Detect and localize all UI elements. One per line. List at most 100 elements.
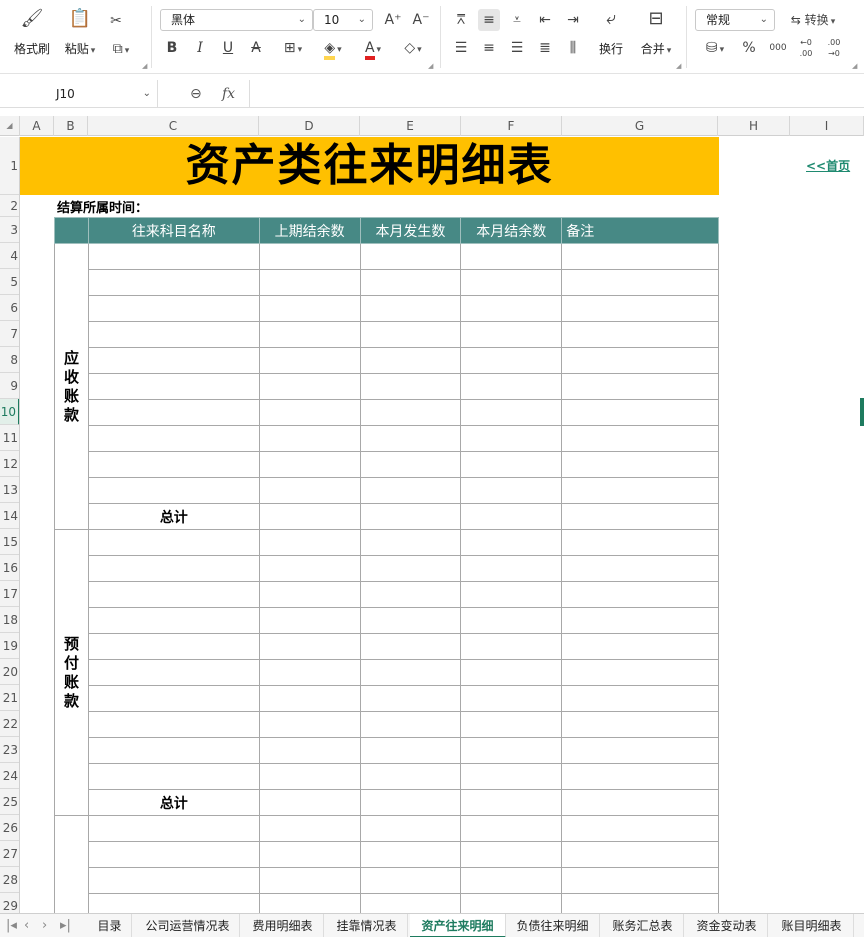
table-cell[interactable] bbox=[258, 737, 361, 764]
table-cell[interactable] bbox=[258, 269, 361, 296]
table-cell[interactable] bbox=[87, 737, 260, 764]
table-cell[interactable] bbox=[460, 737, 563, 764]
table-cell[interactable] bbox=[561, 815, 719, 842]
table-cell[interactable] bbox=[87, 711, 260, 738]
table-cell[interactable] bbox=[460, 555, 563, 582]
table-cell[interactable] bbox=[561, 711, 719, 738]
table-cell[interactable] bbox=[561, 789, 719, 816]
row-header-14[interactable]: 14 bbox=[0, 503, 19, 529]
table-cell[interactable] bbox=[561, 373, 719, 400]
table-cell[interactable] bbox=[561, 347, 719, 374]
font-size-select[interactable]: 10 ⌄ bbox=[313, 9, 373, 31]
table-cell[interactable] bbox=[359, 867, 462, 894]
row-header-22[interactable]: 22 bbox=[0, 711, 19, 737]
row-header-21[interactable]: 21 bbox=[0, 685, 19, 711]
table-cell[interactable] bbox=[87, 425, 260, 452]
table-cell[interactable] bbox=[561, 269, 719, 296]
table-cell[interactable] bbox=[359, 763, 462, 790]
first-sheet-icon[interactable]: |◂ bbox=[6, 914, 17, 937]
table-cell[interactable] bbox=[460, 893, 563, 913]
table-cell[interactable] bbox=[460, 789, 563, 816]
row-header-23[interactable]: 23 bbox=[0, 737, 19, 763]
table-cell[interactable] bbox=[87, 893, 260, 913]
row-header-19[interactable]: 19 bbox=[0, 633, 19, 659]
total-label[interactable]: 总计 bbox=[87, 789, 260, 816]
table-cell[interactable] bbox=[359, 789, 462, 816]
align-top-icon[interactable]: ⩞ bbox=[450, 9, 472, 31]
prev-sheet-icon[interactable]: ‹ bbox=[24, 914, 29, 937]
row-header-6[interactable]: 6 bbox=[0, 295, 19, 321]
select-all-corner[interactable]: ◢ bbox=[0, 116, 20, 136]
table-cell[interactable] bbox=[561, 737, 719, 764]
table-cell[interactable] bbox=[87, 685, 260, 712]
table-cell[interactable] bbox=[258, 243, 361, 270]
table-cell[interactable] bbox=[561, 451, 719, 478]
dialog-launcher-icon[interactable]: ◢ bbox=[676, 62, 681, 70]
row-header-3[interactable]: 3 bbox=[0, 217, 19, 243]
table-cell[interactable] bbox=[258, 295, 361, 322]
zoom-icon[interactable]: ⊖ bbox=[190, 80, 202, 108]
column-header-h[interactable]: H bbox=[718, 116, 790, 136]
header-cell[interactable]: 本月结余数 bbox=[460, 217, 563, 244]
table-cell[interactable] bbox=[460, 685, 563, 712]
row-header-4[interactable]: 4 bbox=[0, 243, 19, 269]
section-label[interactable]: 应收账款 bbox=[54, 243, 89, 530]
table-cell[interactable] bbox=[258, 763, 361, 790]
dialog-launcher-icon[interactable]: ◢ bbox=[142, 62, 147, 70]
table-cell[interactable] bbox=[460, 763, 563, 790]
clear-format-button[interactable]: ◇ ▾ bbox=[396, 37, 430, 59]
header-cell[interactable]: 备注 bbox=[561, 217, 719, 244]
column-header-e[interactable]: E bbox=[360, 116, 461, 136]
increase-decimal-button[interactable]: ←0 .00 bbox=[794, 37, 818, 59]
table-cell[interactable] bbox=[460, 347, 563, 374]
row-header-18[interactable]: 18 bbox=[0, 607, 19, 633]
table-cell[interactable] bbox=[460, 399, 563, 426]
font-color-button[interactable]: A ▾ bbox=[356, 37, 390, 60]
table-cell[interactable] bbox=[460, 529, 563, 556]
table-cell[interactable] bbox=[87, 841, 260, 868]
sheet-tab[interactable]: 费用明细表 bbox=[242, 914, 324, 937]
justify-icon[interactable]: ≣ bbox=[534, 37, 556, 59]
sheet-tab[interactable]: 目录 bbox=[88, 914, 132, 937]
currency-button[interactable]: ⛁ ▾ bbox=[700, 37, 730, 59]
table-cell[interactable] bbox=[87, 347, 260, 374]
table-cell[interactable] bbox=[87, 581, 260, 608]
row-header-25[interactable]: 25 bbox=[0, 789, 19, 815]
italic-button[interactable]: I bbox=[190, 37, 210, 59]
table-cell[interactable] bbox=[258, 399, 361, 426]
row-header-20[interactable]: 20 bbox=[0, 659, 19, 685]
table-cell[interactable] bbox=[258, 893, 361, 913]
fx-icon[interactable]: fx bbox=[222, 80, 235, 108]
align-right-icon[interactable]: ☰ bbox=[506, 37, 528, 59]
formula-input[interactable] bbox=[250, 80, 864, 108]
table-cell[interactable] bbox=[359, 737, 462, 764]
dialog-launcher-icon[interactable]: ◢ bbox=[428, 62, 433, 70]
dialog-launcher-icon[interactable]: ◢ bbox=[852, 62, 857, 70]
table-cell[interactable] bbox=[460, 503, 563, 530]
sheet-tab[interactable]: 挂靠情况表 bbox=[326, 914, 408, 937]
paste-button[interactable]: 📋 粘贴 ▾ bbox=[60, 6, 100, 62]
table-cell[interactable] bbox=[359, 815, 462, 842]
table-cell[interactable] bbox=[87, 373, 260, 400]
sheet-tab[interactable]: 资产往来明细 bbox=[410, 914, 506, 937]
align-center-icon[interactable]: ≡ bbox=[478, 37, 500, 59]
font-name-select[interactable]: 黑体 ⌄ bbox=[160, 9, 313, 31]
table-cell[interactable] bbox=[561, 607, 719, 634]
row-header-7[interactable]: 7 bbox=[0, 321, 19, 347]
table-cell[interactable] bbox=[460, 373, 563, 400]
total-label[interactable]: 总计 bbox=[87, 503, 260, 530]
name-box[interactable]: J10 ⌄ bbox=[0, 80, 158, 108]
home-link[interactable]: <<首页 bbox=[806, 157, 850, 174]
table-cell[interactable] bbox=[460, 633, 563, 660]
table-cell[interactable] bbox=[561, 555, 719, 582]
table-cell[interactable] bbox=[561, 867, 719, 894]
table-cell[interactable] bbox=[87, 763, 260, 790]
table-cell[interactable] bbox=[359, 321, 462, 348]
table-cell[interactable] bbox=[258, 555, 361, 582]
copy-button[interactable]: ⧉ ▾ bbox=[104, 38, 138, 60]
decrease-decimal-button[interactable]: .00 →0 bbox=[822, 37, 846, 59]
table-cell[interactable] bbox=[561, 399, 719, 426]
number-format-select[interactable]: 常规 ⌄ bbox=[695, 9, 775, 31]
decrease-indent-icon[interactable]: ⇤ bbox=[534, 9, 556, 31]
table-cell[interactable] bbox=[460, 321, 563, 348]
